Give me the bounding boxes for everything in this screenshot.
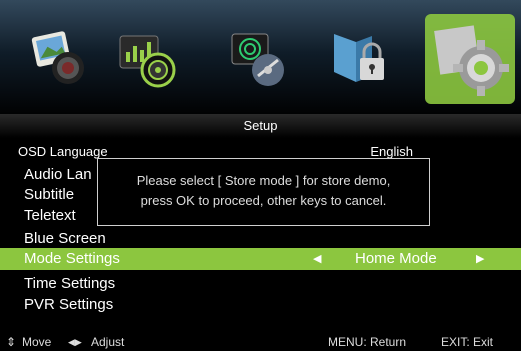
- menu-item-time-settings[interactable]: Time Settings: [0, 273, 521, 294]
- pvr-settings-label: PVR Settings: [24, 296, 114, 313]
- audio-language-label: Audio Lan: [24, 166, 92, 183]
- setup-icon[interactable]: [425, 14, 515, 104]
- sound-icon[interactable]: [112, 22, 186, 96]
- time-settings-label: Time Settings: [24, 275, 116, 292]
- leftright-arrows-icon: ◀▶: [68, 337, 82, 347]
- move-hint: Move: [22, 335, 52, 349]
- menu-item-pvr-settings[interactable]: PVR Settings: [0, 294, 521, 315]
- dialog-message-line2: press OK to proceed, other keys to cance…: [140, 193, 387, 208]
- menu-return-hint: MENU: Return: [328, 335, 407, 349]
- dialog-message-line1: Please select [ Store mode ] for store d…: [136, 173, 391, 188]
- adjust-hint: Adjust: [91, 335, 125, 349]
- mode-settings-value: Home Mode: [355, 250, 437, 267]
- arrow-right-icon[interactable]: ▶: [476, 248, 484, 270]
- footer-hints: ⇕ Move ◀▶ Adjust MENU: Return EXIT: Exit: [0, 333, 521, 351]
- lock-icon[interactable]: [322, 22, 396, 96]
- arrow-left-icon[interactable]: ◀: [313, 248, 321, 270]
- teletext-label: Teletext: [24, 207, 76, 224]
- channel-icon[interactable]: [222, 22, 296, 96]
- osd-language-label: OSD Language: [18, 144, 108, 159]
- page-title: Setup: [0, 114, 521, 138]
- exit-hint: EXIT: Exit: [441, 335, 494, 349]
- blue-screen-label: Blue Screen: [24, 230, 106, 247]
- top-icon-bar: [0, 0, 521, 118]
- mode-settings-label: Mode Settings: [24, 250, 120, 267]
- subtitle-label: Subtitle: [24, 186, 75, 203]
- store-mode-dialog[interactable]: Please select [ Store mode ] for store d…: [97, 158, 430, 226]
- updown-arrows-icon: ⇕: [6, 335, 17, 349]
- menu-item-mode-settings[interactable]: Mode Settings ◀ Home Mode ▶: [0, 248, 521, 270]
- menu-item-blue-screen[interactable]: Blue Screen: [0, 228, 521, 249]
- picture-icon[interactable]: [22, 22, 96, 96]
